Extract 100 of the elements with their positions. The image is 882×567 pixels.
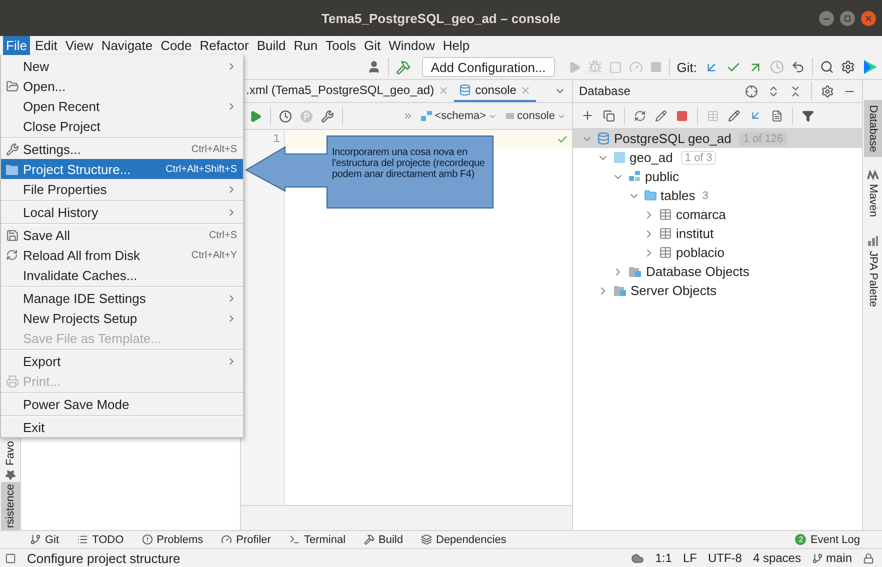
tool-window-button[interactable]: Problems: [142, 534, 204, 546]
tree-row[interactable]: poblacio: [573, 243, 862, 262]
tab-label: .xml (Tema5_PostgreSQL_geo_ad): [246, 83, 434, 97]
tree-row[interactable]: Database Objects: [573, 262, 862, 281]
menu-item[interactable]: Save All Ctrl+S: [1, 225, 243, 245]
minimize-button[interactable]: [819, 10, 834, 26]
session-dropdown[interactable]: console: [505, 110, 566, 122]
tool-window-button[interactable]: Git: [30, 534, 60, 546]
schema-dropdown[interactable]: <schema>: [420, 110, 498, 122]
hammer-icon[interactable]: [396, 60, 411, 74]
tree-label: comarca: [676, 207, 726, 222]
menu-item[interactable]: Navigate: [98, 36, 156, 55]
more-icon[interactable]: [402, 111, 413, 121]
menu-item[interactable]: View: [62, 36, 96, 55]
git-label: Git:: [676, 60, 697, 74]
stop-icon[interactable]: [676, 110, 688, 122]
menu-item[interactable]: Local History: [1, 202, 243, 222]
panel-title: Database: [579, 84, 632, 98]
menu-item[interactable]: Export: [1, 351, 243, 371]
copy-icon[interactable]: [603, 110, 615, 122]
close-icon[interactable]: [438, 84, 450, 96]
menu-item[interactable]: Close Project: [1, 116, 243, 136]
menu-item[interactable]: Tools: [322, 36, 359, 55]
pencil-icon[interactable]: [728, 110, 740, 122]
star-icon: [4, 468, 16, 480]
window-title: Tema5_PostgreSQL_geo_ad – console: [322, 10, 560, 26]
close-button[interactable]: [861, 10, 876, 26]
menu-item[interactable]: New: [1, 56, 243, 76]
logo-icon[interactable]: [862, 59, 878, 75]
tool-window-button[interactable]: Build: [364, 534, 403, 546]
refresh-icon[interactable]: [634, 110, 646, 122]
menu-item[interactable]: Help: [440, 36, 473, 55]
cloud-icon[interactable]: [631, 552, 644, 564]
tool-window-button[interactable]: Profiler: [221, 534, 271, 546]
menu-item[interactable]: Build: [254, 36, 289, 55]
tree-row[interactable]: tables 3: [573, 186, 862, 205]
menu-item[interactable]: Edit: [32, 36, 60, 55]
edit-icon[interactable]: [655, 110, 667, 122]
menu-item[interactable]: File: [3, 36, 30, 55]
menu-item[interactable]: Invalidate Caches...: [1, 265, 243, 285]
file-encoding[interactable]: UTF-8: [708, 551, 742, 565]
count-badge: 1 of 3: [680, 150, 716, 164]
editor-tab[interactable]: .xml (Tema5_PostgreSQL_geo_ad): [241, 80, 454, 102]
editor-tab[interactable]: console: [454, 80, 536, 102]
tool-window-tab[interactable]: Database: [864, 100, 882, 158]
menu-item[interactable]: Reload All from Disk Ctrl+Alt+Y: [1, 245, 243, 265]
menu-item[interactable]: Exit: [1, 417, 243, 437]
menu-item[interactable]: Open...: [1, 76, 243, 96]
settings-icon[interactable]: [841, 60, 855, 74]
menu-item[interactable]: Window: [386, 36, 438, 55]
event-log-button[interactable]: 2 Event Log: [795, 534, 860, 546]
maximize-button[interactable]: [840, 10, 855, 26]
menu-item[interactable]: Power Save Mode: [1, 394, 243, 414]
menu-item[interactable]: Run: [290, 36, 321, 55]
tree-label: poblacio: [676, 245, 724, 260]
menu-item[interactable]: Git: [360, 36, 384, 55]
tool-window-tab[interactable]: Favo: [0, 438, 20, 482]
tree-row[interactable]: geo_ad 1 of 3: [573, 148, 862, 167]
tool-window-tab[interactable]: Maven: [864, 165, 882, 222]
folder-icon: [5, 162, 19, 176]
menu-item[interactable]: New Projects Setup: [1, 308, 243, 328]
tab-label: Database: [867, 105, 879, 152]
database-icon: [612, 151, 626, 164]
settings-icon[interactable]: [821, 84, 834, 98]
menu-item[interactable]: Manage IDE Settings: [1, 288, 243, 308]
menu-item[interactable]: File Properties: [1, 179, 243, 199]
tool-window-tab[interactable]: JPA Palette: [864, 230, 882, 312]
list-icon: [77, 534, 88, 545]
tool-window-button[interactable]: Terminal: [288, 534, 346, 546]
close-icon[interactable]: [520, 84, 532, 96]
tree-row[interactable]: comarca: [573, 205, 862, 224]
indent-setting[interactable]: 4 spaces: [752, 551, 801, 565]
history-icon[interactable]: [279, 110, 292, 122]
add-icon[interactable]: [581, 109, 594, 122]
menu-item[interactable]: Code: [158, 36, 195, 55]
wrench-icon[interactable]: [321, 110, 334, 122]
user-icon[interactable]: [366, 60, 381, 74]
execute-icon[interactable]: [249, 110, 262, 122]
locate-icon[interactable]: [745, 84, 758, 98]
tree-row[interactable]: Server Objects: [573, 281, 862, 300]
wrench-icon: [6, 142, 18, 156]
add-configuration-button[interactable]: Add Configuration...: [422, 57, 555, 77]
search-icon[interactable]: [820, 60, 834, 74]
menu-item[interactable]: Project Structure... Ctrl+Alt+Shift+S: [1, 159, 243, 179]
tool-window-button[interactable]: TODO: [77, 534, 124, 546]
tree-row[interactable]: institut: [573, 224, 862, 243]
rollback-icon[interactable]: [791, 60, 805, 74]
menu-item[interactable]: Settings... Ctrl+Alt+S: [1, 139, 243, 159]
caret-position[interactable]: 1:1: [655, 551, 672, 565]
folder-icon: [6, 80, 18, 92]
tool-window-tab[interactable]: rsistence: [0, 482, 20, 530]
git-branch[interactable]: main: [812, 551, 852, 565]
line-separator[interactable]: LF: [682, 551, 697, 565]
menu-item[interactable]: Refactor: [196, 36, 252, 55]
lock-icon[interactable]: [863, 552, 874, 564]
tab-label: Favo: [4, 440, 16, 465]
filter-icon[interactable]: [802, 110, 814, 122]
tool-window-button[interactable]: Dependencies: [421, 534, 506, 546]
menu-item[interactable]: Open Recent: [1, 96, 243, 116]
tree-row[interactable]: public: [573, 167, 862, 186]
